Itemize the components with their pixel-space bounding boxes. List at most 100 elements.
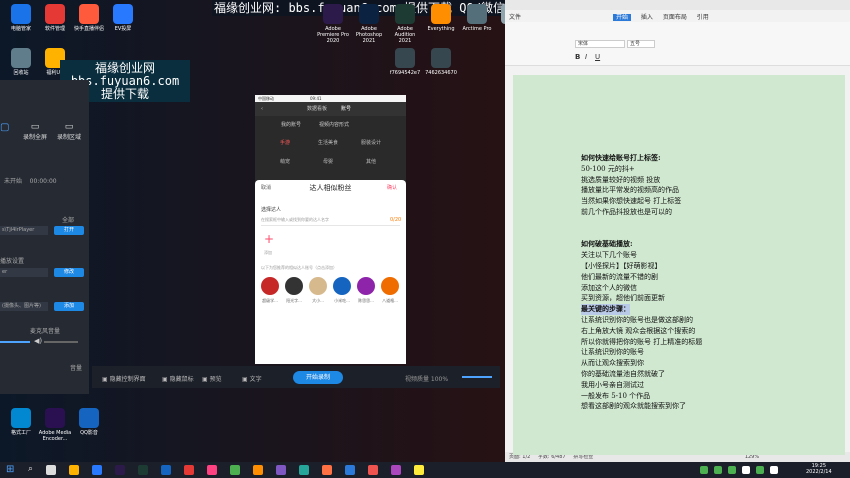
desktop-icon[interactable]: EV投屏 xyxy=(106,4,140,32)
tray-icon[interactable] xyxy=(714,466,722,474)
desktop-icon[interactable]: Arctime Pro xyxy=(460,4,494,32)
desktop-icon-label: Adobe Audition 2021 xyxy=(394,26,416,44)
tab-fullscreen[interactable]: ▭ 录制全屏 xyxy=(22,122,48,141)
recommended-avatar[interactable] xyxy=(261,277,279,295)
quality-label: 视频质量 100% xyxy=(405,376,449,383)
underline-icon[interactable]: U xyxy=(595,53,600,61)
taskbar-app-icon[interactable] xyxy=(391,465,401,475)
taskbar-app-icon[interactable] xyxy=(414,465,424,475)
desktop-icon-label: Arctime Pro xyxy=(462,26,492,32)
setting-input[interactable]: er xyxy=(0,268,48,277)
taskbar-app-icon[interactable] xyxy=(253,465,263,475)
tab-region[interactable]: ▭ 录制区域 xyxy=(56,122,82,141)
desktop-icon[interactable]: 软件管理 xyxy=(38,4,72,32)
windows-start-icon[interactable]: ⊞ xyxy=(6,464,14,475)
menu-home[interactable]: 开始 xyxy=(612,14,631,21)
tab-data[interactable]: 数据看板 xyxy=(307,106,327,112)
clock[interactable]: 19:25 2022/2/14 xyxy=(806,463,832,475)
hide-cursor-toggle[interactable]: ▣ 隐藏鼠标 xyxy=(162,374,194,383)
menu-insert[interactable]: 插入 xyxy=(641,14,653,21)
taskbar-app-icon[interactable] xyxy=(207,465,217,475)
size-select[interactable]: 五号 xyxy=(627,40,655,48)
preview-toggle[interactable]: ▣ 预览 xyxy=(202,374,222,383)
menu-ref[interactable]: 引用 xyxy=(697,14,709,21)
volume-slider[interactable] xyxy=(0,341,30,343)
taskbar-app-icon[interactable] xyxy=(46,465,56,475)
avatar-label: 陈思思... xyxy=(358,298,374,303)
font-select[interactable]: 宋体 xyxy=(575,40,625,48)
desktop-icon[interactable]: 电脑管家 xyxy=(4,4,38,32)
tag[interactable]: 萌宠 xyxy=(265,158,305,165)
add-label[interactable]: 添加 xyxy=(264,250,272,256)
tag[interactable]: 服装设计 xyxy=(351,139,391,146)
desktop-icon[interactable]: 格式工厂 xyxy=(4,408,38,436)
desktop-icon[interactable]: Adobe Premiere Pro 2020 xyxy=(316,4,350,44)
tag[interactable]: 生活美食 xyxy=(305,139,351,146)
taskbar-app-icon[interactable] xyxy=(69,465,79,475)
text-toggle[interactable]: ▣ 文字 xyxy=(242,374,262,383)
tray-icon[interactable] xyxy=(742,466,750,474)
tag[interactable]: 手游 xyxy=(265,139,305,146)
tray-icon[interactable] xyxy=(756,466,764,474)
taskbar-app-icon[interactable] xyxy=(299,465,309,475)
quality-slider[interactable] xyxy=(462,376,492,378)
search-hint[interactable]: 在搜索框中输入或找到你要的达人名字 xyxy=(261,217,329,223)
open-button[interactable]: 打开 xyxy=(54,226,84,235)
tray-icon[interactable] xyxy=(770,466,778,474)
speaker-slider[interactable] xyxy=(44,341,78,343)
recommended-avatar[interactable] xyxy=(357,277,375,295)
recommended-avatar[interactable] xyxy=(285,277,303,295)
modify-button[interactable]: 修改 xyxy=(54,268,84,277)
recommended-avatar[interactable] xyxy=(333,277,351,295)
fullscreen-icon[interactable]: ▢ xyxy=(0,122,14,136)
menu-file[interactable]: 文件 xyxy=(509,14,521,21)
filter-right[interactable]: 视频内容形式 xyxy=(319,121,349,128)
italic-icon[interactable]: I xyxy=(585,53,587,61)
taskbar-app-icon[interactable] xyxy=(161,465,171,475)
desktop-icon[interactable]: 快手直播伴侣 xyxy=(72,4,106,32)
doc-line: 如何破基础播放: xyxy=(581,239,633,249)
doc-line: 所以你就得把你的账号 打上精准的标题 xyxy=(581,337,703,346)
taskbar-app-icon[interactable] xyxy=(92,465,102,475)
recommended-avatar[interactable] xyxy=(309,277,327,295)
taskbar-app-icon[interactable] xyxy=(276,465,286,475)
tag[interactable]: 母婴 xyxy=(305,158,351,165)
menu-layout[interactable]: 页面布局 xyxy=(663,14,687,21)
taskbar-app-icon[interactable] xyxy=(322,465,332,475)
bold-icon[interactable]: B xyxy=(575,53,580,61)
taskbar-app-icon[interactable] xyxy=(138,465,148,475)
desktop-icon[interactable]: 回收站 xyxy=(4,48,38,76)
search-icon[interactable]: ⌕ xyxy=(28,464,33,474)
taskbar-app-icon[interactable] xyxy=(115,465,125,475)
filter-left[interactable]: 我的账号 xyxy=(281,121,301,128)
start-record-button[interactable]: 开始录制 xyxy=(293,371,343,384)
desktop-icon[interactable]: Everything xyxy=(424,4,458,32)
plus-icon[interactable]: + xyxy=(264,232,274,246)
desktop-icon[interactable]: Adobe Audition 2021 xyxy=(388,4,422,44)
desktop-icon[interactable]: Adobe Photoshop 2021 xyxy=(352,4,386,44)
desktop-icon[interactable]: Adobe Media Encoder... xyxy=(38,408,72,442)
desktop-icon[interactable]: QQ影音 xyxy=(72,408,106,436)
tag[interactable]: 其他 xyxy=(351,158,391,165)
taskbar-app-icon[interactable] xyxy=(184,465,194,475)
confirm-button[interactable]: 确认 xyxy=(387,184,397,191)
app-icon xyxy=(11,48,31,68)
tray-icon[interactable] xyxy=(700,466,708,474)
hide-ui-toggle[interactable]: ▣ 隐藏控制界面 xyxy=(102,374,146,383)
taskbar-app-icon[interactable] xyxy=(345,465,355,475)
taskbar-app-icon[interactable] xyxy=(230,465,240,475)
tab-account[interactable]: 账号 xyxy=(341,106,351,112)
desktop-icon[interactable]: f7694542e7 xyxy=(388,48,422,76)
tray-icon[interactable] xyxy=(728,466,736,474)
add-button[interactable]: 添加 xyxy=(54,302,84,311)
desktop-icon[interactable]: 7462634670 xyxy=(424,48,458,76)
speaker-icon[interactable]: ◀) xyxy=(34,337,42,345)
player-path[interactable]: s\Tjl4lrPlayer xyxy=(0,226,48,235)
document-page[interactable]: 如何快速给账号打上标签: 50-100 元的抖+ 挑选质量较好的视频 投放 播放量比平… xyxy=(513,75,845,455)
app-icon xyxy=(323,4,343,24)
source-input[interactable]: (摄像头、图片等) xyxy=(0,302,48,311)
back-icon[interactable]: ‹ xyxy=(261,106,263,112)
app-icon xyxy=(45,408,65,428)
taskbar-app-icon[interactable] xyxy=(368,465,378,475)
recommended-avatar[interactable] xyxy=(381,277,399,295)
